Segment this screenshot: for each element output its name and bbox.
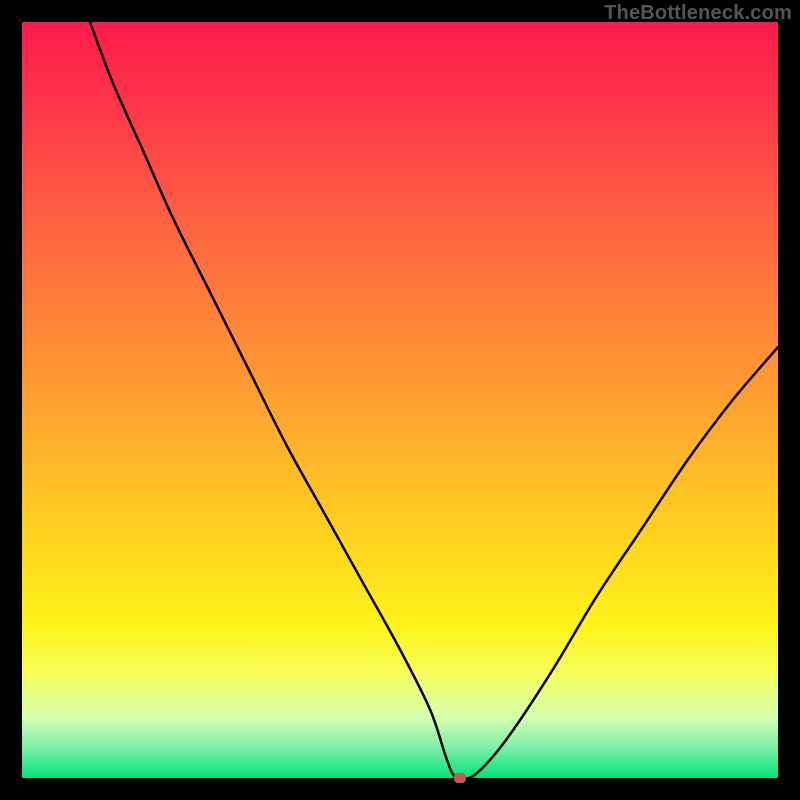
watermark-label: TheBottleneck.com — [604, 2, 792, 25]
plot-area — [22, 22, 778, 778]
optimum-marker — [454, 773, 466, 783]
chart-frame: TheBottleneck.com — [0, 0, 800, 800]
bottleneck-curve — [22, 22, 778, 778]
